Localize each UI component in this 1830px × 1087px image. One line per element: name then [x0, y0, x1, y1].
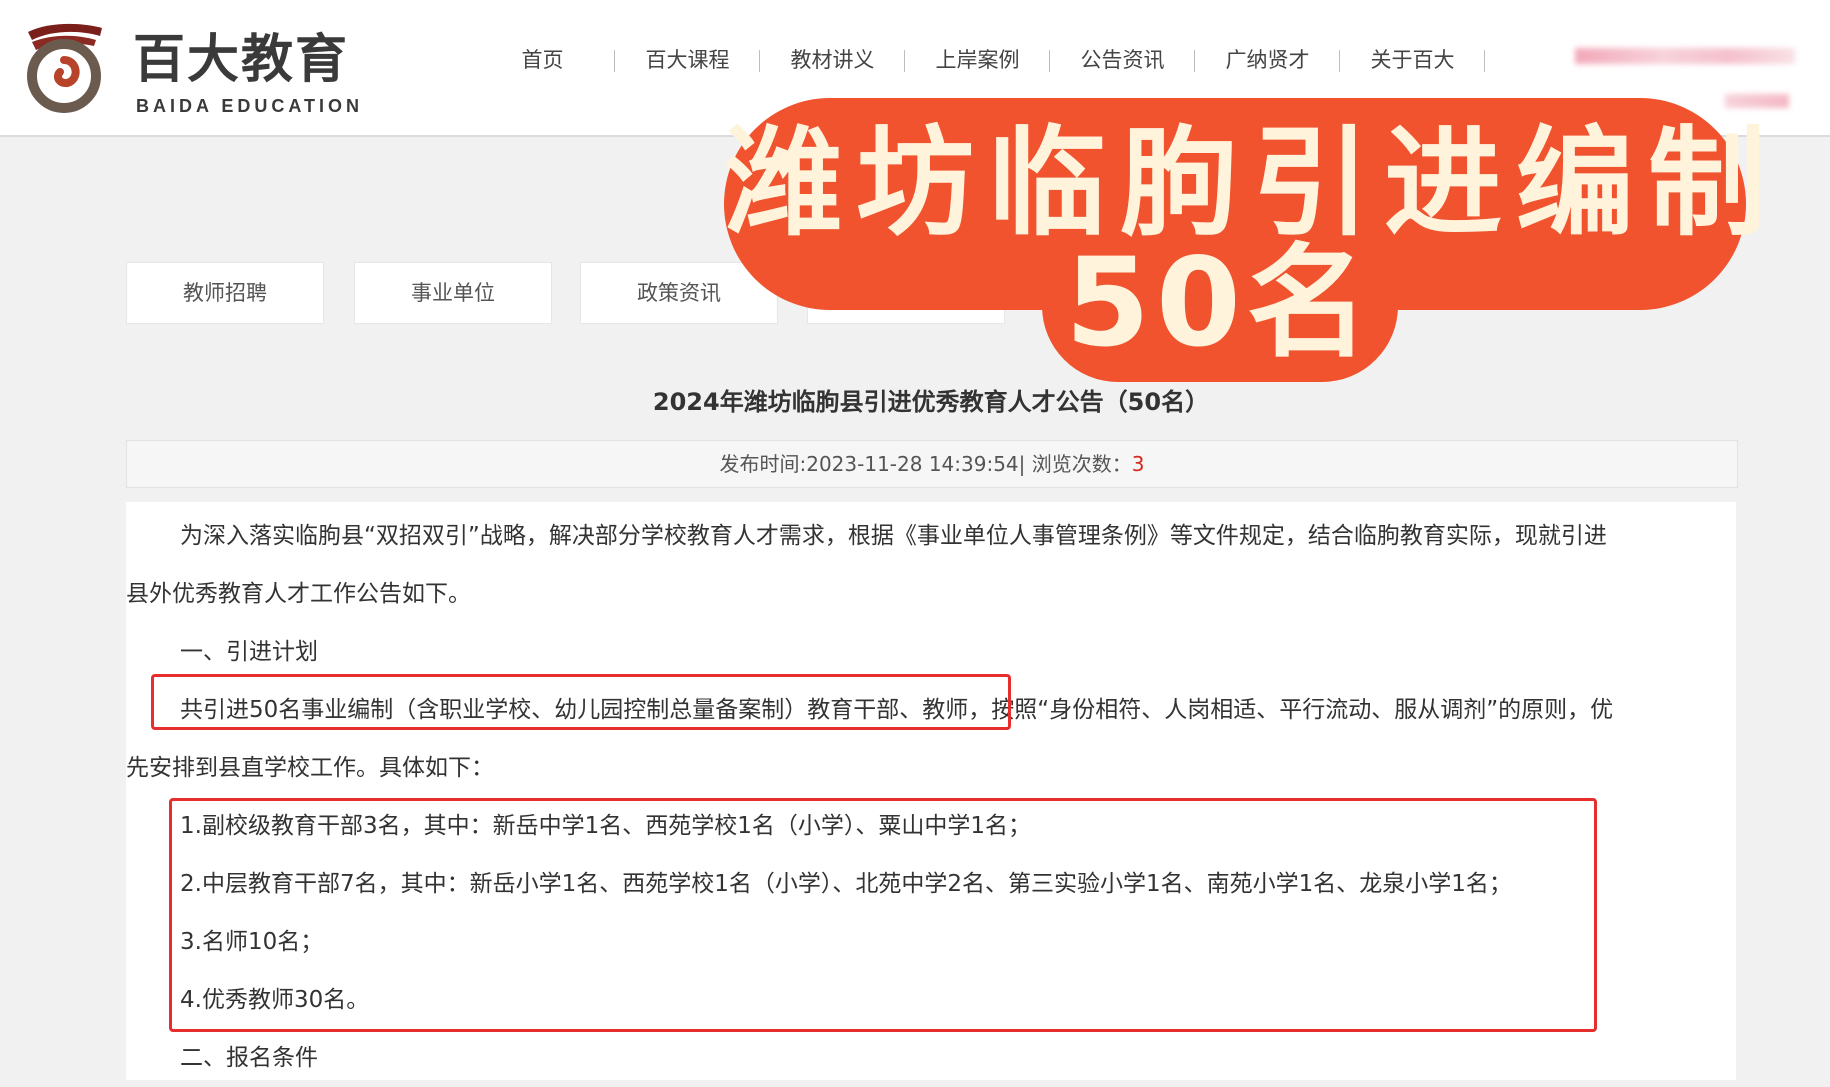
nav-label: 教材讲义 — [790, 48, 875, 72]
article-meta: 发布时间:2023-11-28 14:39:54| 浏览次数：3 — [126, 440, 1738, 488]
tab-teacher-recruitment[interactable]: 教师招聘 — [126, 262, 324, 324]
paragraph-intro-line1: 为深入落实临朐县“双招双引”战略，解决部分学校教育人才需求，根据《事业单位人事管… — [180, 523, 1607, 549]
section-heading-plan: 一、引进计划 — [180, 639, 318, 665]
highlight-box-plan — [151, 674, 1011, 730]
blurred-line — [1575, 48, 1795, 64]
main-nav: 首页 百大课程 教材讲义 上岸案例 公告资讯 广纳贤才 关于百大 — [470, 40, 1485, 80]
site-logo[interactable]: 百大教育 BAIDA EDUCATION — [18, 18, 359, 116]
nav-label: 上岸案例 — [935, 48, 1020, 72]
view-count: 3 — [1131, 452, 1145, 476]
nav-divider — [1484, 50, 1485, 72]
nav-label: 关于百大 — [1370, 48, 1455, 72]
nav-home[interactable]: 首页 — [470, 40, 615, 80]
nav-careers[interactable]: 广纳贤才 — [1195, 40, 1340, 80]
nav-materials[interactable]: 教材讲义 — [760, 40, 905, 80]
paragraph-intro-line2: 县外优秀教育人才工作公告如下。 — [126, 581, 471, 607]
publish-time: 发布时间:2023-11-28 14:39:54| 浏览次数： — [719, 452, 1132, 476]
nav-courses[interactable]: 百大课程 — [615, 40, 760, 80]
logo-text-cn: 百大教育 — [133, 29, 350, 90]
nav-success-cases[interactable]: 上岸案例 — [905, 40, 1050, 80]
section-heading-requirements: 二、报名条件 — [180, 1045, 318, 1071]
blurred-line — [1725, 94, 1789, 108]
logo-spiral-icon — [27, 23, 102, 113]
article-title: 2024年潍坊临朐县引进优秀教育人才公告（50名） — [652, 388, 1210, 416]
nav-announcements[interactable]: 公告资讯 — [1050, 40, 1195, 80]
paragraph-plan-line2: 先安排到县直学校工作。具体如下： — [126, 755, 494, 781]
nav-label: 百大课程 — [645, 48, 730, 72]
article-body: 为深入落实临朐县“双招双引”战略，解决部分学校教育人才需求，根据《事业单位人事管… — [126, 502, 1736, 1080]
nav-label: 首页 — [521, 48, 564, 72]
banner-count: 50名 — [1065, 232, 1375, 374]
tab-public-institutions[interactable]: 事业单位 — [354, 262, 552, 324]
highlight-box-list — [169, 798, 1597, 1032]
nav-about[interactable]: 关于百大 — [1340, 40, 1485, 80]
plan-principle-text: ，按照“身份相符、人岗相适、平行流动、服从调剂”的原则，优 — [968, 697, 1614, 723]
nav-label: 公告资讯 — [1080, 48, 1165, 72]
nav-label: 广纳贤才 — [1225, 48, 1310, 72]
logo-text-en: BAIDA EDUCATION — [136, 96, 363, 116]
